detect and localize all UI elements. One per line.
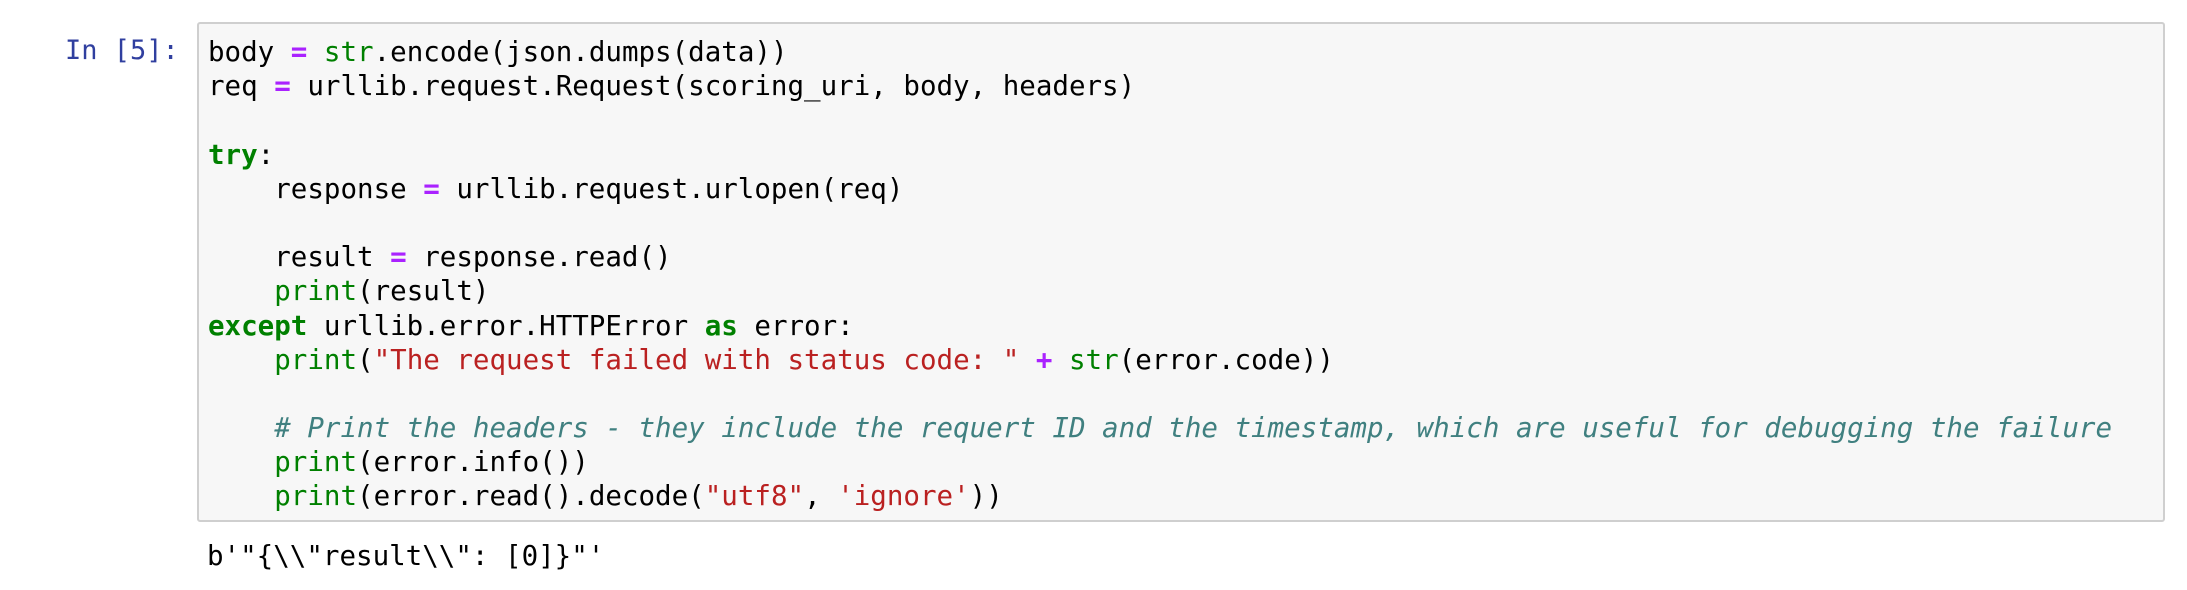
code-line: body = str.encode(json.dumps(data)) (208, 35, 2112, 69)
code-token: print (274, 480, 358, 513)
code-token: + (1035, 343, 1053, 376)
code-line: result = response.read() (208, 240, 2112, 274)
code-token: 'ignore' (837, 480, 970, 513)
code-token: ( (357, 343, 374, 376)
code-editor[interactable]: body = str.encode(json.dumps(data)) req =… (208, 35, 2112, 514)
code-token: (error.info()) (357, 446, 589, 479)
code-token: "utf8" (704, 480, 805, 513)
code-token: (error.code)) (1118, 343, 1334, 376)
code-token: result (208, 241, 391, 274)
code-token: error: (737, 309, 854, 342)
code-line: response = urllib.request.urlopen(req) (208, 172, 2112, 206)
code-line: req = urllib.request.Request(scoring_uri… (208, 69, 2112, 103)
code-token: # Print the headers - they include the r… (274, 412, 2112, 445)
code-token: )) (969, 480, 1003, 513)
code-line: # Print the headers - they include the r… (208, 411, 2112, 445)
input-prompt: In [5]: (65, 35, 179, 66)
code-token: = (274, 70, 291, 103)
code-token: response (208, 172, 424, 205)
code-token: urllib.request.urlopen(req) (439, 172, 904, 205)
code-token: try (208, 138, 258, 171)
code-line: except urllib.error.HTTPError as error: (208, 309, 2112, 343)
code-token: = (390, 241, 407, 274)
code-line: print(result) (208, 274, 2112, 308)
code-token: except (208, 309, 308, 342)
code-token: urllib.error.HTTPError (307, 309, 705, 342)
code-token: body (208, 36, 291, 68)
code-line: print(error.info()) (208, 445, 2112, 479)
code-token: (result) (357, 275, 490, 308)
code-line: try: (208, 138, 2112, 172)
code-token: print (274, 446, 358, 479)
cell-output: b'"{\\"result\\": [0]}"' (207, 540, 605, 572)
code-token: , (804, 480, 838, 513)
code-line: print("The request failed with status co… (208, 343, 2112, 377)
code-input-area[interactable]: body = str.encode(json.dumps(data)) req =… (197, 22, 2165, 522)
code-token: (error.read().decode( (357, 480, 705, 513)
code-token: "The request failed with status code: " (373, 343, 1020, 376)
code-token: req (208, 70, 275, 103)
code-token: .encode(json.dumps(data)) (373, 36, 788, 68)
code-token: response.read() (406, 241, 672, 274)
code-token: str (1068, 343, 1119, 376)
code-token: as (704, 309, 738, 342)
code-token: urllib.request.Request(scoring_uri, body… (290, 70, 1136, 103)
code-token: = (290, 36, 308, 68)
code-line: print(error.read().decode("utf8", 'ignor… (208, 479, 2112, 513)
code-token: str (323, 36, 374, 68)
code-token: print (274, 275, 358, 308)
code-token: print (274, 343, 358, 376)
code-token: = (423, 172, 440, 205)
code-token: : (257, 138, 275, 171)
